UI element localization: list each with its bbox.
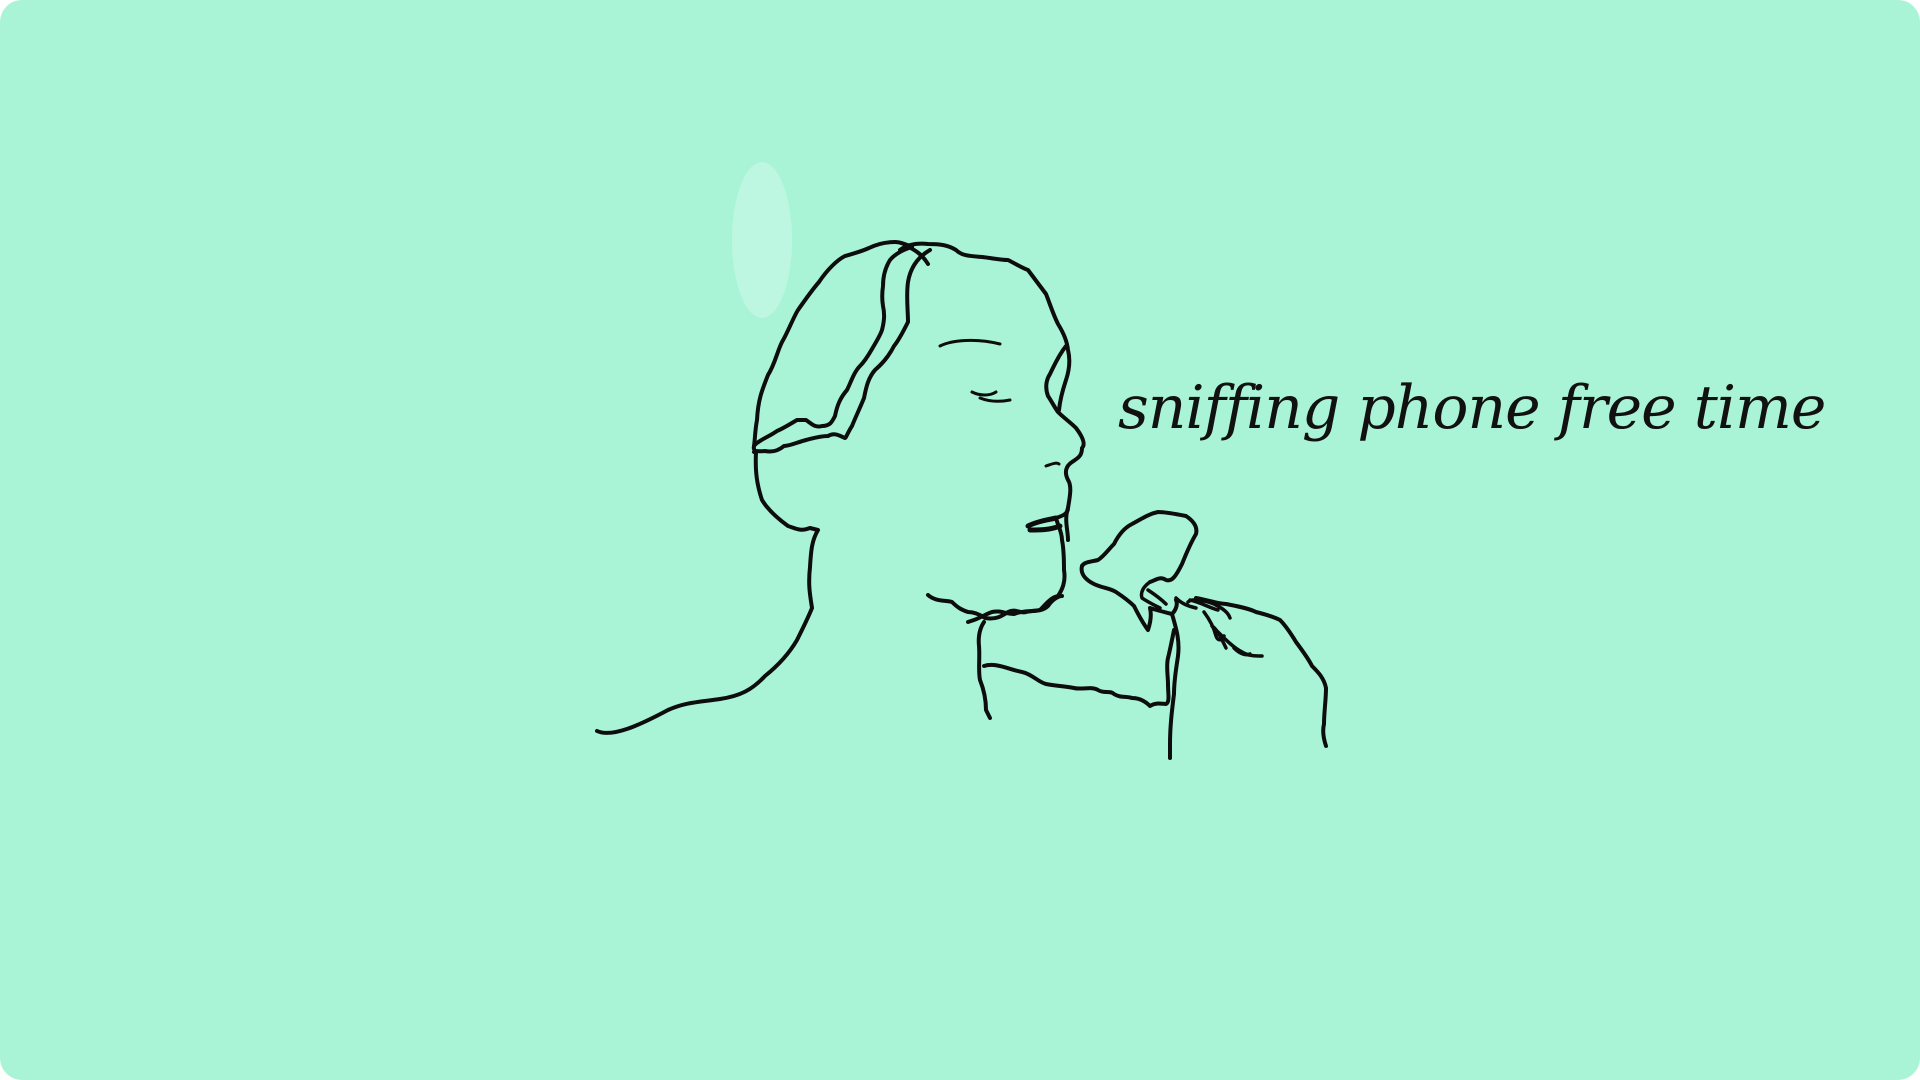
background-panel: [0, 0, 1920, 1080]
person-line-art-icon: [0, 0, 1920, 1080]
caption-text: sniffing phone free time: [1118, 373, 1826, 443]
slide-canvas: sniffing phone free time: [0, 0, 1920, 1080]
faint-smudge: [732, 162, 792, 318]
jaw-line: [1064, 506, 1070, 542]
